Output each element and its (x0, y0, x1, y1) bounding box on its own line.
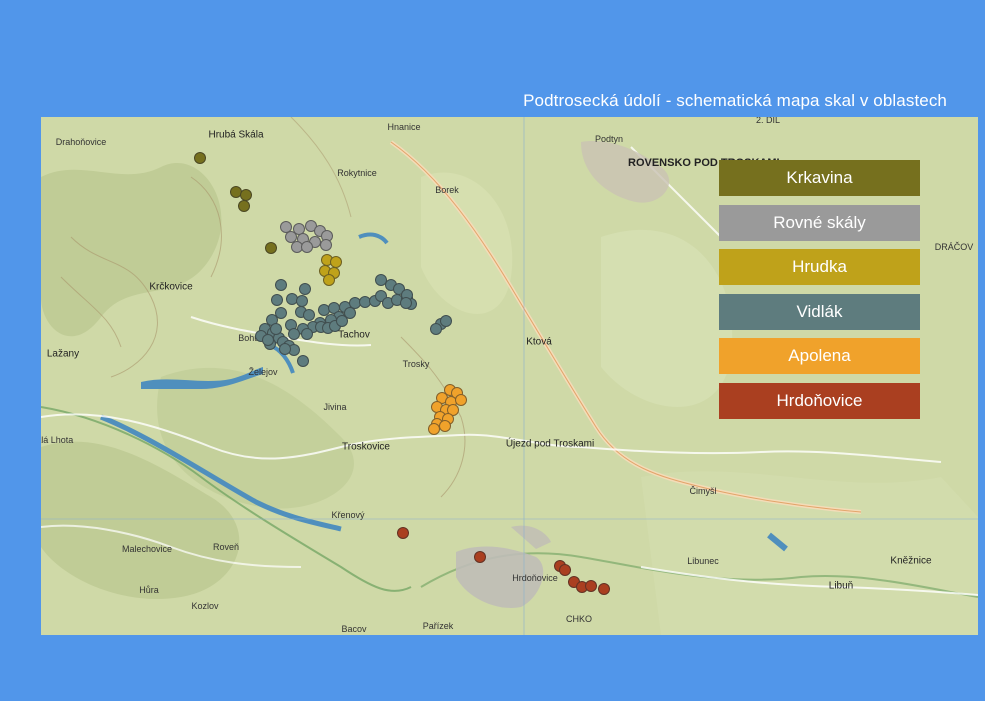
rock-marker-apolena[interactable] (428, 423, 440, 435)
rock-marker-krkavina[interactable] (265, 242, 277, 254)
rock-marker-krkavina[interactable] (194, 152, 206, 164)
topographic-map[interactable]: Hrubá Skála Hnanice Podtyn ROVENSKO POD TRO… (41, 117, 978, 635)
rock-marker-vidlak[interactable] (430, 323, 442, 335)
rock-marker-apolena[interactable] (455, 394, 467, 406)
place-label: Ktová (526, 336, 552, 348)
rock-marker-vidlak[interactable] (262, 334, 274, 346)
legend-item-vidlak[interactable]: Vidlák (719, 293, 920, 330)
place-label: Lažany (46, 348, 80, 360)
place-label: 2. DÍL (755, 117, 781, 125)
rock-marker-hrdonovice[interactable] (559, 564, 571, 576)
place-label: Bacov (341, 624, 367, 634)
rock-marker-hrdonovice[interactable] (397, 527, 409, 539)
place-label: Újezd pod Troskami (505, 438, 595, 450)
place-label: Rokytnice (337, 168, 377, 178)
rock-marker-vidlak[interactable] (275, 279, 287, 291)
place-label: Hnanice (387, 122, 421, 132)
place-label: Křenový (331, 510, 365, 520)
rock-marker-hrdonovice[interactable] (598, 583, 610, 595)
rock-marker-hrdonovice[interactable] (474, 551, 486, 563)
rock-marker-apolena[interactable] (439, 420, 451, 432)
rock-marker-vidlak[interactable] (299, 283, 311, 295)
rock-marker-krkavina[interactable] (238, 200, 250, 212)
place-label: Kněžnice (890, 555, 932, 567)
place-label: Libuň (828, 580, 854, 592)
rock-marker-vidlak[interactable] (279, 343, 291, 355)
place-label: Malechovice (121, 544, 173, 554)
rock-marker-vidlak[interactable] (288, 328, 300, 340)
place-label: Borek (435, 185, 459, 195)
place-label: CHKO (565, 614, 593, 624)
legend-label: Hrdoňovice (776, 390, 863, 410)
legend-label: Vidlák (796, 301, 843, 321)
map-legend: Krkavina Rovné skály Hrudka Vidlák Apole… (719, 160, 920, 427)
place-label: DRÁČOV (934, 242, 974, 252)
rock-marker-hrudka[interactable] (323, 274, 335, 286)
place-label: Pařízek (422, 621, 454, 631)
place-label: ROVENSKO POD TROSKAMI (628, 157, 780, 169)
place-label: Libunec (687, 556, 719, 566)
place-label: Želejov (248, 367, 278, 377)
place-label: Drahoňovice (55, 137, 107, 147)
rock-marker-vidlak[interactable] (271, 294, 283, 306)
rock-marker-rovne-skaly[interactable] (301, 241, 313, 253)
legend-item-hrudka[interactable]: Hrudka (719, 249, 920, 285)
place-label: Podtyn (594, 134, 624, 144)
place-label: Kozlov (191, 601, 219, 611)
map-title: Podtrosecká údolí - schematická mapa ska… (523, 91, 947, 110)
legend-label: Hrudka (792, 257, 847, 276)
place-label: Troskovice (342, 441, 390, 453)
place-label: Čimyšl (689, 486, 717, 496)
rock-marker-vidlak[interactable] (440, 315, 452, 327)
rock-marker-vidlak[interactable] (297, 355, 309, 367)
place-label: Malá Lhota (41, 435, 74, 445)
legend-item-apolena[interactable]: Apolena (719, 338, 920, 374)
rock-marker-vidlak[interactable] (301, 328, 313, 340)
rock-marker-vidlak[interactable] (270, 323, 282, 335)
place-label: Trosky (402, 359, 430, 369)
rock-marker-vidlak[interactable] (400, 297, 412, 309)
legend-label: Krkavina (786, 168, 853, 187)
legend-label: Apolena (788, 346, 851, 365)
legend-item-hrdonovice[interactable]: Hrdoňovice (719, 382, 920, 419)
rock-marker-vidlak[interactable] (336, 315, 348, 327)
place-label: Hrubá Skála (208, 129, 264, 141)
place-label: Jivina (323, 402, 347, 412)
place-label: Hůra (139, 585, 159, 595)
legend-label: Rovné skály (773, 212, 866, 232)
rock-marker-rovne-skaly[interactable] (320, 239, 332, 251)
legend-item-rovne-skaly[interactable]: Rovné skály (719, 204, 920, 241)
place-label: Hrdoňovice (512, 573, 558, 583)
legend-item-krkavina[interactable]: Krkavina (719, 160, 920, 196)
rock-marker-vidlak[interactable] (303, 309, 315, 321)
rock-marker-hrdonovice[interactable] (585, 580, 597, 592)
place-label: Tachov (338, 329, 370, 341)
place-label: Krčkovice (149, 281, 193, 293)
place-label: Roveň (212, 542, 240, 552)
